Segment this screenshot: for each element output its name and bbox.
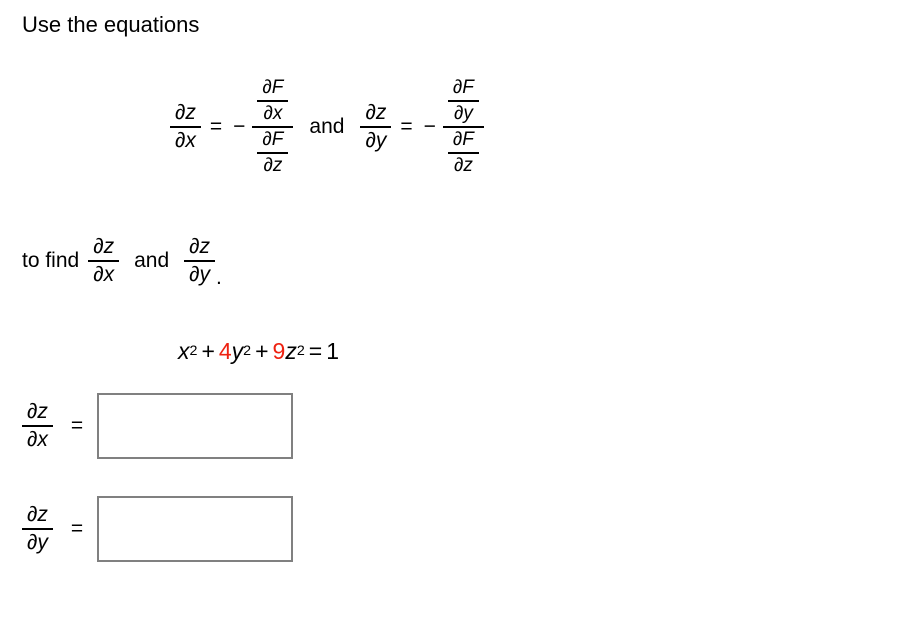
to-find-label: to find — [22, 249, 80, 272]
formula2-rhs-main-bar — [442, 126, 484, 128]
formula1-rhs-denominator-fraction: ∂F ∂z — [257, 129, 289, 177]
formula2-lhs-fraction-bar — [360, 126, 392, 128]
formula1-rhs-main-bar — [252, 126, 294, 128]
formula2-rhs-num-bar — [447, 99, 479, 102]
formula2-rhs-den-denominator: ∂z — [453, 155, 473, 177]
formula2-rhs-denominator-fraction: ∂F ∂z — [447, 129, 479, 177]
formula1-rhs-den-denominator: ∂z — [263, 155, 283, 177]
to-find-dzdx-denominator: ∂x — [93, 263, 115, 286]
formula2-lhs-numerator: ∂z — [365, 100, 387, 124]
formula1-rhs-num-bar — [257, 99, 289, 102]
formula2-rhs-num-numerator: ∂F — [452, 76, 474, 98]
formula1-lhs-fraction: ∂z ∂x — [170, 100, 201, 153]
formula-conjunction-and: and — [309, 115, 345, 138]
formula2-rhs-den-bar — [447, 152, 479, 155]
surface-term1-variable: x — [178, 337, 190, 364]
to-find-period: . — [216, 266, 222, 289]
to-find-dzdy-numerator: ∂z — [189, 234, 211, 258]
formula2-equals-sign: = — [400, 115, 413, 138]
formula1-rhs-numerator-fraction: ∂F ∂x — [257, 76, 289, 124]
answer1-label-bar — [22, 425, 53, 427]
formula1-rhs-num-denominator: ∂x — [263, 102, 283, 124]
surface-operator-1: + — [201, 337, 215, 364]
formula2-lhs-fraction: ∂z ∂y — [360, 100, 392, 153]
to-find-dzdy-denominator: ∂y — [189, 263, 211, 286]
surface-equals-sign: = — [308, 337, 323, 364]
answer-input-dzdy[interactable] — [97, 496, 294, 562]
answer2-label-denominator: ∂y — [27, 531, 48, 554]
formula1-rhs-compound-fraction: ∂F ∂x ∂F ∂z — [252, 76, 294, 177]
to-find-dzdy-bar — [184, 260, 216, 262]
formula1-equals-sign: = — [209, 115, 223, 138]
formula1-rhs-denominator: ∂F ∂z — [252, 129, 293, 177]
surface-rhs-value: 1 — [326, 337, 340, 364]
formula2-rhs-num-denominator: ∂y — [453, 102, 473, 124]
formula1-rhs-den-numerator: ∂F — [262, 129, 284, 150]
answer1-equals-sign: = — [70, 414, 84, 437]
reference-formula-row: ∂z ∂x = − ∂F ∂x ∂F ∂z and ∂z ∂y = − ∂F ∂… — [170, 62, 484, 192]
formula1-minus-sign: − — [233, 115, 246, 138]
surface-operator-2: + — [255, 337, 269, 364]
to-find-dzdx-numerator: ∂z — [93, 234, 115, 258]
surface-term2-coefficient: 4 — [218, 337, 232, 364]
to-find-dzdx-bar — [88, 260, 120, 262]
formula1-lhs-numerator: ∂z — [175, 100, 196, 124]
surface-term3-variable: z — [285, 337, 297, 364]
answer2-label-bar — [22, 528, 53, 530]
formula2-minus-sign: − — [423, 115, 436, 138]
to-find-conjunction-and: and — [134, 249, 170, 272]
answer1-label-fraction: ∂z ∂x — [22, 399, 53, 452]
surface-term3-coefficient: 9 — [272, 337, 286, 364]
surface-equation: x2 + 4y2 + 9z2 = 1 — [178, 337, 340, 364]
answer-row-dzdx: ∂z ∂x = — [22, 391, 294, 461]
page-instruction-heading: Use the equations — [22, 12, 200, 37]
to-find-fraction-dzdx: ∂z ∂x — [88, 234, 120, 287]
answer2-label-fraction: ∂z ∂y — [22, 502, 53, 555]
formula1-rhs-numerator: ∂F ∂x — [252, 76, 293, 124]
answer-row-dzdy: ∂z ∂y = — [22, 494, 294, 564]
formula2-lhs-denominator: ∂y — [365, 129, 387, 152]
formula2-rhs-numerator: ∂F ∂y — [443, 76, 484, 124]
formula2-rhs-numerator-fraction: ∂F ∂y — [447, 76, 479, 124]
to-find-row: to find ∂z ∂x and ∂z ∂y . — [22, 226, 222, 296]
formula1-lhs-fraction-bar — [170, 126, 201, 128]
surface-term2-variable: y — [231, 337, 244, 364]
formula2-rhs-den-numerator: ∂F — [452, 129, 474, 150]
to-find-fraction-dzdy: ∂z ∂y — [184, 234, 216, 287]
answer1-label-denominator: ∂x — [27, 428, 48, 451]
formula1-rhs-den-bar — [257, 152, 289, 155]
answer1-label-numerator: ∂z — [27, 399, 48, 423]
answer-input-dzdx[interactable] — [97, 393, 294, 459]
formula2-rhs-denominator: ∂F ∂z — [443, 129, 484, 177]
formula1-lhs-denominator: ∂x — [175, 129, 196, 152]
answer2-label-numerator: ∂z — [27, 502, 48, 526]
formula1-rhs-num-numerator: ∂F — [262, 76, 284, 98]
answer2-equals-sign: = — [70, 517, 84, 540]
formula2-rhs-compound-fraction: ∂F ∂y ∂F ∂z — [442, 76, 484, 177]
